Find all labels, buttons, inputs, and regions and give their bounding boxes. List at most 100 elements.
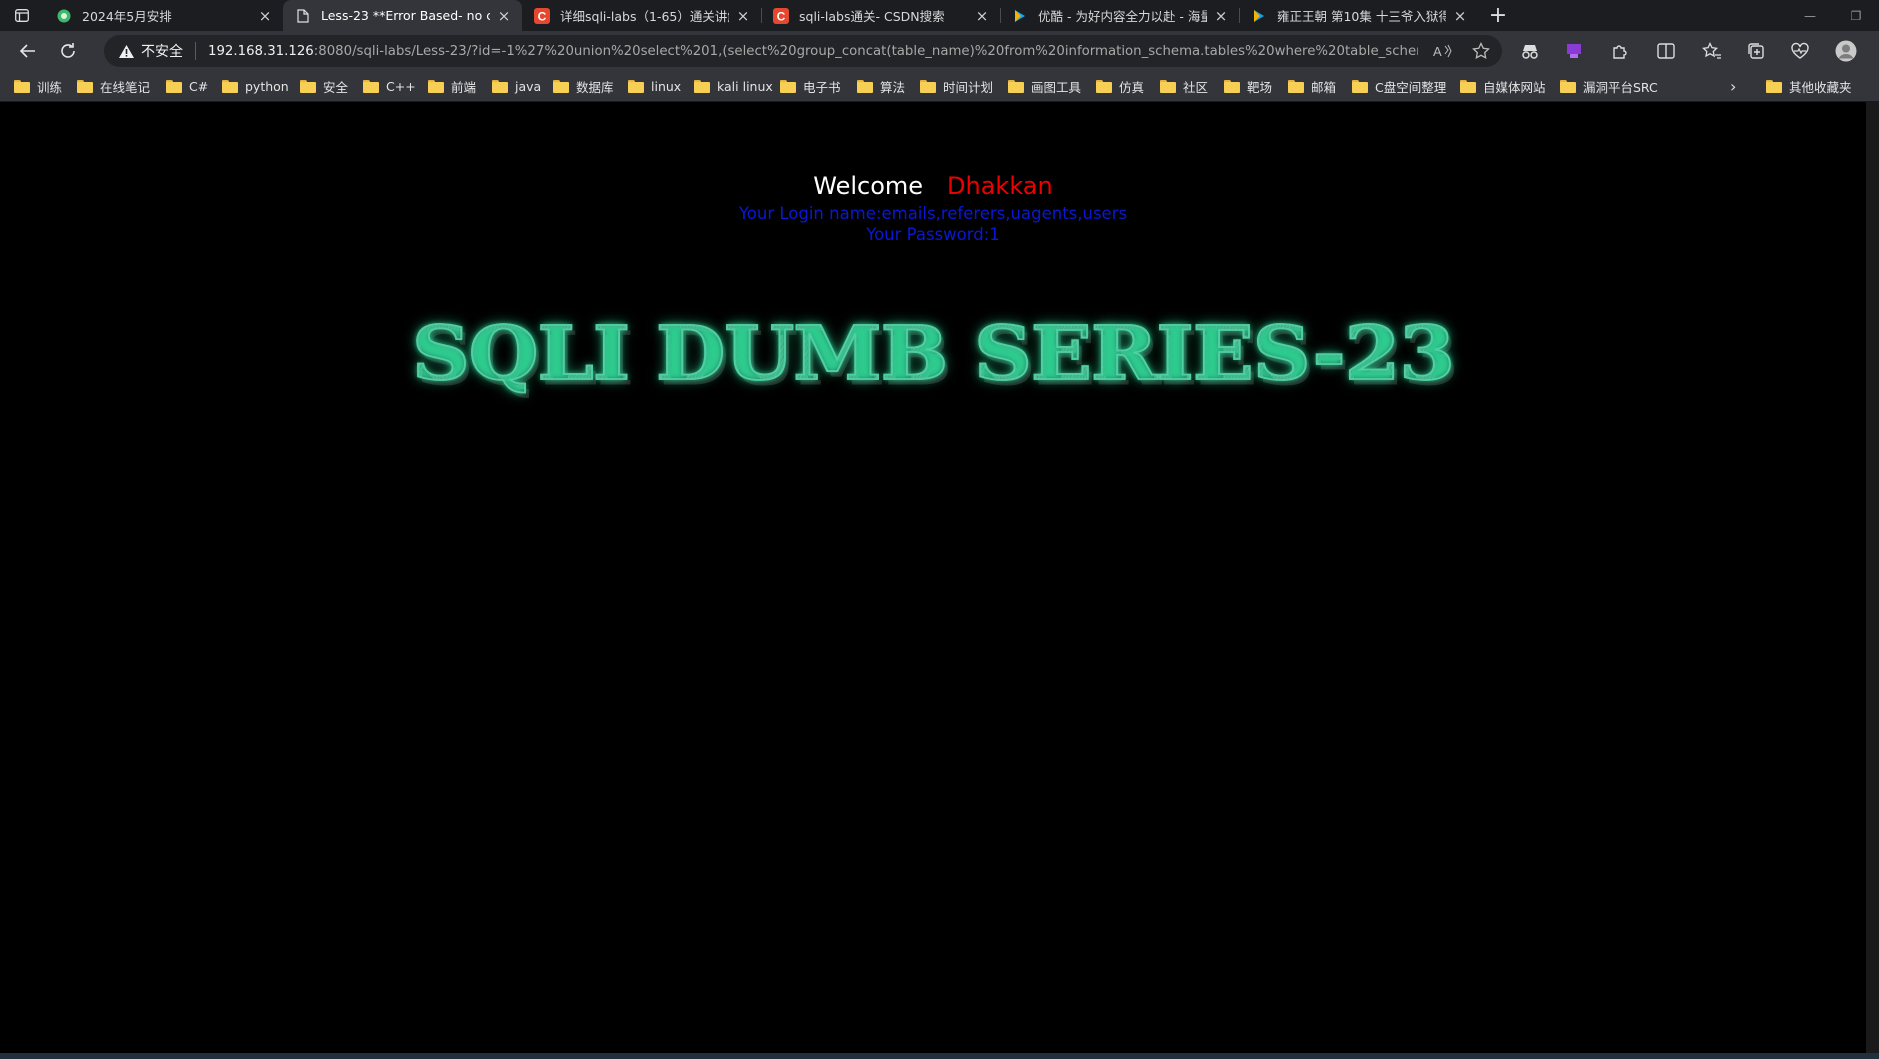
close-icon[interactable]: ×: [1452, 7, 1468, 25]
bookmark-folder[interactable]: linux: [628, 71, 681, 101]
extension-button[interactable]: [1512, 33, 1548, 69]
reload-button[interactable]: [48, 33, 88, 69]
collections-button[interactable]: [1738, 33, 1774, 69]
folder-icon: [1160, 79, 1176, 93]
navigation-bar: 不安全 192.168.31.126:8080/sqli-labs/Less-2…: [0, 31, 1879, 71]
bookmark-folder[interactable]: C盘空间整理: [1352, 71, 1446, 101]
bookmarks-overflow-button[interactable]: ›: [1730, 71, 1736, 101]
bookmark-label: 邮箱: [1311, 79, 1337, 95]
folder-icon: [694, 79, 710, 93]
os-taskbar-edge: [0, 1053, 1879, 1059]
other-bookmarks-folder[interactable]: 其他收藏夹: [1766, 71, 1852, 101]
bookmark-folder[interactable]: 社区: [1160, 71, 1208, 101]
bookmark-folder[interactable]: 算法: [857, 71, 905, 101]
bookmark-folder[interactable]: 漏洞平台SRC: [1560, 71, 1658, 101]
bookmark-folder[interactable]: 电子书: [780, 71, 841, 101]
bookmark-label: 自媒体网站: [1483, 79, 1546, 95]
folder-icon: [363, 79, 379, 93]
close-icon[interactable]: ×: [1213, 7, 1229, 25]
bookmark-folder[interactable]: 邮箱: [1288, 71, 1336, 101]
bookmark-folder[interactable]: 靶场: [1224, 71, 1272, 101]
tab-csdn-search[interactable]: C sqli-labs通关- CSDN搜索 ×: [761, 0, 1000, 31]
folder-icon: [166, 79, 182, 93]
close-icon[interactable]: ×: [735, 7, 751, 25]
back-button[interactable]: [8, 33, 48, 69]
profile-button[interactable]: [1828, 33, 1864, 69]
security-label[interactable]: 不安全: [141, 41, 183, 61]
folder-icon: [222, 79, 238, 93]
tab-2024-may-plan[interactable]: 2024年5月安排 ×: [44, 0, 283, 31]
svg-text:C: C: [538, 9, 547, 23]
collections-icon: [1748, 43, 1764, 59]
bookmark-folder[interactable]: 自媒体网站: [1460, 71, 1546, 101]
plus-icon: +: [1488, 3, 1508, 28]
close-icon[interactable]: ×: [257, 7, 273, 25]
tab-title: sqli-labs通关- CSDN搜索: [799, 9, 945, 24]
folder-icon: [492, 79, 508, 93]
bookmark-label: 仿真: [1119, 79, 1145, 95]
tab-youku-episode[interactable]: 雍正王朝 第10集 十三爷入狱得名 ×: [1239, 0, 1478, 31]
tab-actions-button[interactable]: [0, 0, 44, 31]
favorites-list-icon: [1702, 42, 1721, 59]
restore-button[interactable]: ❐: [1833, 0, 1879, 31]
bookmark-folder[interactable]: python: [222, 71, 289, 101]
bookmark-folder[interactable]: 安全: [300, 71, 348, 101]
browser-essentials-button[interactable]: [1782, 33, 1818, 69]
address-bar[interactable]: 不安全 192.168.31.126:8080/sqli-labs/Less-2…: [104, 35, 1502, 67]
bookmark-folder[interactable]: 仿真: [1096, 71, 1144, 101]
tab-csdn-article[interactable]: C 详细sqli-labs（1-65）通关讲解-CSDN博客 ×: [522, 0, 761, 31]
bookmark-folder[interactable]: C#: [166, 71, 208, 101]
tab-less-23[interactable]: Less-23 **Error Based- no comments** ×: [283, 0, 522, 31]
star-icon: [1472, 42, 1490, 60]
warning-icon: [119, 44, 134, 58]
close-icon[interactable]: ×: [974, 7, 990, 25]
folder-icon: [1288, 79, 1304, 93]
folder-icon: [1096, 79, 1112, 93]
bookmark-folder[interactable]: java: [492, 71, 541, 101]
folder-icon: [1352, 79, 1368, 93]
bookmark-label: 在线笔记: [100, 79, 151, 95]
extension-spy-icon: [1522, 45, 1538, 59]
favorite-star-button[interactable]: [1466, 35, 1496, 67]
bookmark-folder[interactable]: 训练: [14, 71, 62, 101]
bookmark-label: linux: [651, 78, 682, 94]
bookmark-folder[interactable]: 在线笔记: [77, 71, 150, 101]
url-host: 192.168.31.126: [208, 43, 314, 59]
split-screen-button[interactable]: [1648, 33, 1684, 69]
read-aloud-icon: A: [1433, 44, 1452, 58]
bookmark-label: 算法: [880, 79, 906, 95]
password-line: Your Password:1: [866, 225, 1000, 244]
tab-title: 详细sqli-labs（1-65）通关讲解-CSDN博客: [560, 9, 729, 24]
extensions-button[interactable]: [1602, 33, 1638, 69]
bookmark-folder[interactable]: 时间计划: [920, 71, 993, 101]
tab-title: 优酷 - 为好内容全力以赴 - 海量正版高清视频在线观看: [1038, 9, 1207, 24]
bookmark-folder[interactable]: C++: [363, 71, 416, 101]
extension-purple-button[interactable]: [1556, 33, 1592, 69]
page-scrollbar[interactable]: [1866, 102, 1879, 1053]
close-icon[interactable]: ×: [496, 7, 512, 25]
bookmark-label: C盘空间整理: [1375, 79, 1447, 95]
bookmark-label: 靶场: [1247, 79, 1273, 95]
tab-title: 2024年5月安排: [82, 9, 172, 24]
tab-youku-home[interactable]: 优酷 - 为好内容全力以赴 - 海量正版高清视频在线观看 ×: [1000, 0, 1239, 31]
url-text[interactable]: 192.168.31.126:8080/sqli-labs/Less-23/?i…: [208, 44, 1418, 59]
bookmark-folder[interactable]: 数据库: [553, 71, 614, 101]
favorites-button[interactable]: [1694, 33, 1730, 69]
bookmark-folder[interactable]: 前端: [428, 71, 476, 101]
folder-icon: [553, 79, 569, 93]
tab-title: 雍正王朝 第10集 十三爷入狱得名: [1277, 9, 1446, 24]
split-screen-icon: [1657, 43, 1675, 59]
tab-actions-icon: [15, 9, 29, 22]
minimize-button[interactable]: —: [1787, 0, 1833, 31]
folder-icon: [77, 79, 93, 93]
folder-icon: [1008, 79, 1024, 93]
read-aloud-button[interactable]: A: [1428, 35, 1458, 67]
new-tab-button[interactable]: +: [1478, 0, 1518, 31]
welcome-text: Welcome: [813, 172, 924, 200]
green-dot-icon: [56, 8, 72, 24]
bookmark-folder[interactable]: kali linux: [694, 71, 773, 101]
folder-icon: [1560, 79, 1576, 93]
bookmark-folder[interactable]: 画图工具: [1008, 71, 1081, 101]
svg-text:C: C: [777, 9, 786, 23]
heart-pulse-icon: [1791, 42, 1809, 59]
